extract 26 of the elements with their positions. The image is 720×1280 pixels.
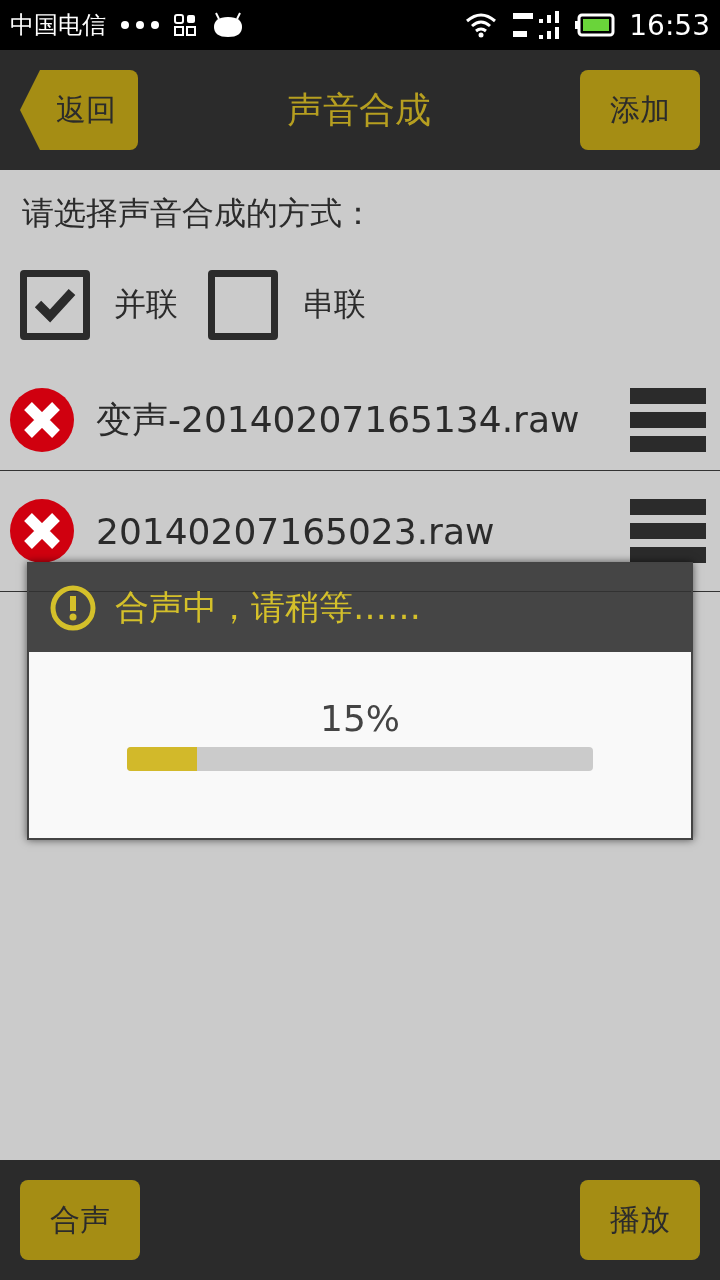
wifi-icon <box>465 12 498 38</box>
delete-icon[interactable] <box>10 388 74 452</box>
drag-handle-icon[interactable] <box>630 499 706 563</box>
carrier-name: 中国电信 <box>10 10 106 41</box>
delete-icon[interactable] <box>10 499 74 563</box>
checkbox-label: 串联 <box>302 284 366 325</box>
battery-icon <box>575 13 616 37</box>
progress-reading: 15% <box>320 698 400 739</box>
checkbox-label: 并联 <box>114 284 178 325</box>
checkbox[interactable] <box>20 270 90 340</box>
more-dots-icon <box>120 20 160 30</box>
file-name: 变声-20140207165134.raw <box>96 397 581 442</box>
merge-button[interactable]: 合声 <box>20 1180 140 1260</box>
play-button[interactable]: 播放 <box>580 1180 700 1260</box>
grid-icon <box>174 14 196 36</box>
prompt-text: 请选择声音合成的方式： <box>21 193 375 234</box>
checkbox[interactable] <box>208 270 278 340</box>
add-button[interactable]: 添加 <box>580 70 700 150</box>
clock: 16:53 <box>629 8 710 42</box>
back-button[interactable]: 返回 <box>20 70 138 150</box>
signal-icon <box>511 9 562 41</box>
dialog-title: 合声中，请稍等…… <box>115 586 421 629</box>
file-name: 20140207165023.raw <box>96 510 496 552</box>
warning-icon <box>49 584 97 632</box>
page-title: 声音合成 <box>287 87 431 132</box>
drag-handle-icon[interactable] <box>630 388 706 452</box>
